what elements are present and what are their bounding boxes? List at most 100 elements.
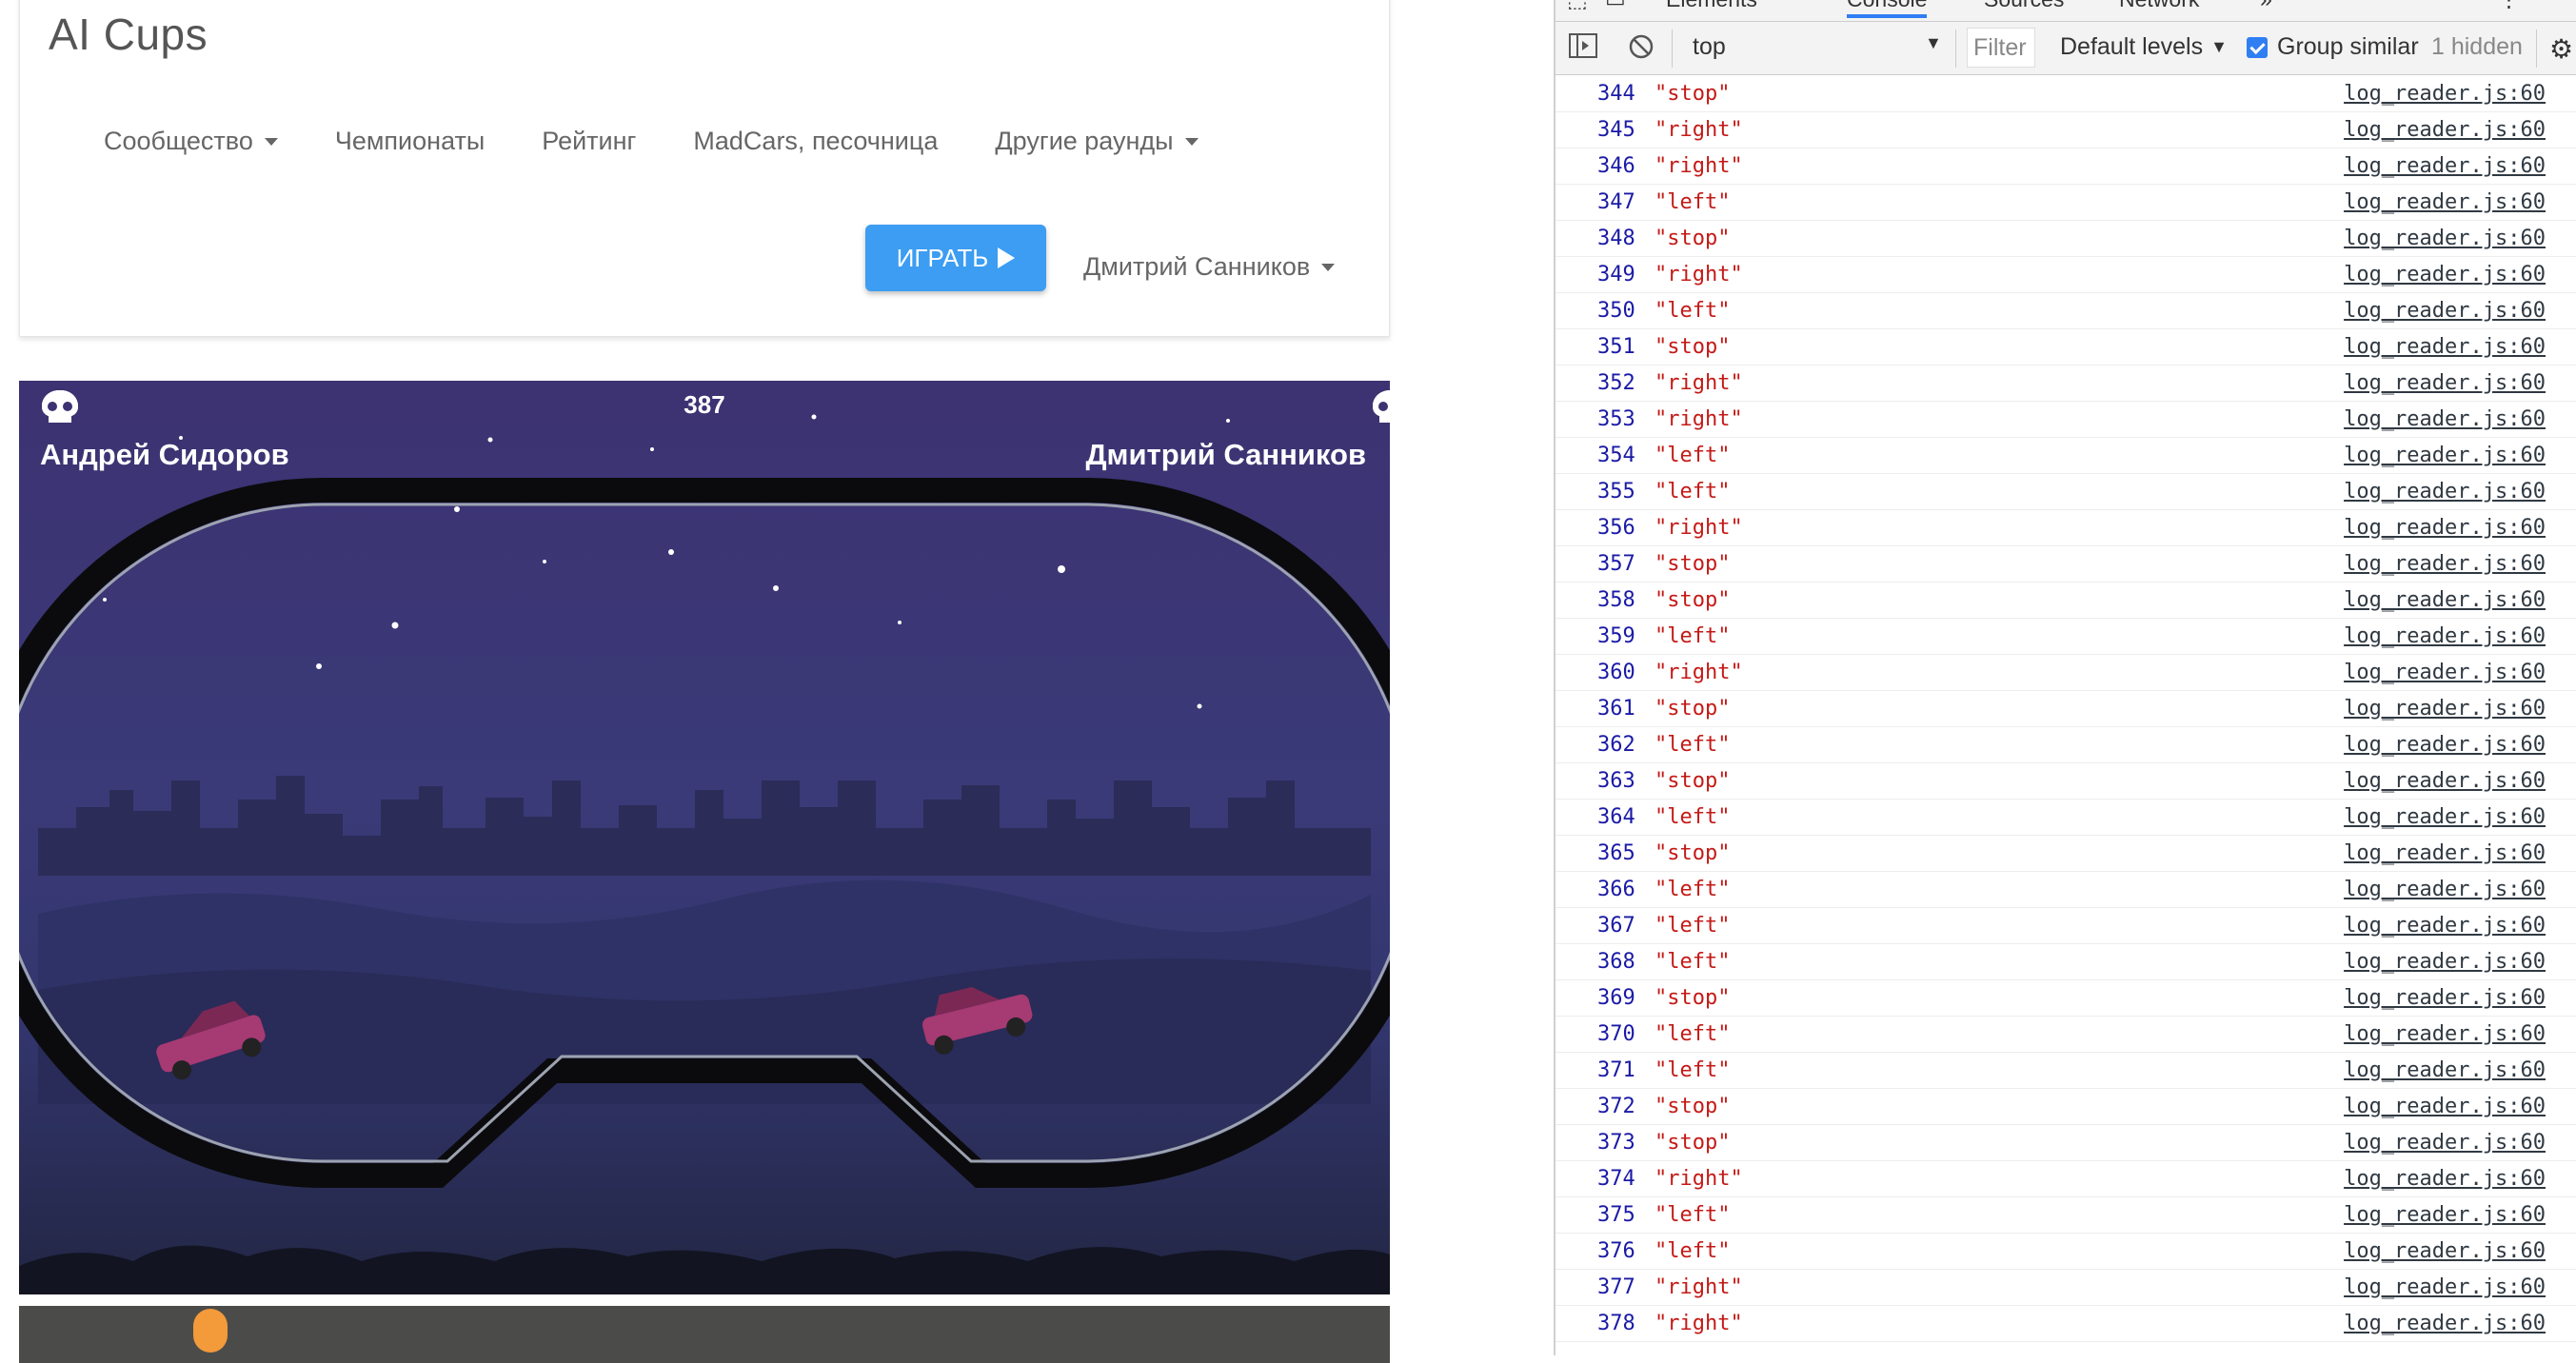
console-log-row: 359 "left" log_reader.js:60 <box>1556 619 2576 655</box>
log-levels-dropdown[interactable]: Default levels ▼ <box>2060 33 2228 61</box>
group-similar-toggle[interactable]: Group similar <box>2247 33 2419 61</box>
tab-sources[interactable]: Sources <box>1984 0 2064 12</box>
log-source-link[interactable]: log_reader.js:60 <box>2344 438 2546 473</box>
console-log-row: 377 "right" log_reader.js:60 <box>1556 1270 2576 1306</box>
console-log-row: 374 "right" log_reader.js:60 <box>1556 1161 2576 1197</box>
nav-rating[interactable]: Рейтинг <box>542 127 636 156</box>
toolbar-divider <box>1672 30 1673 68</box>
log-source-link[interactable]: log_reader.js:60 <box>2344 1053 2546 1088</box>
nav-other-rounds[interactable]: Другие раунды <box>995 127 1199 156</box>
more-tabs-button[interactable]: » <box>2260 0 2272 12</box>
device-toolbar-icon[interactable]: ▭ <box>1605 0 1626 12</box>
nav-community[interactable]: Сообщество <box>104 127 278 156</box>
log-source-link[interactable]: log_reader.js:60 <box>2344 691 2546 726</box>
log-source-link[interactable]: log_reader.js:60 <box>2344 1234 2546 1269</box>
log-source-link[interactable]: log_reader.js:60 <box>2344 185 2546 220</box>
log-source-link[interactable]: log_reader.js:60 <box>2344 1017 2546 1052</box>
user-menu[interactable]: Дмитрий Санников <box>1083 252 1336 282</box>
log-source-link[interactable]: log_reader.js:60 <box>2344 1306 2546 1341</box>
log-value: "stop" <box>1655 697 1731 721</box>
console-filter-input[interactable]: Filter <box>1967 28 2035 68</box>
checkbox-checked-icon <box>2247 36 2268 58</box>
main-nav: Сообщество Чемпионаты Рейтинг MadCars, п… <box>104 127 1199 156</box>
log-index: 347 <box>1597 190 1635 214</box>
log-source-link[interactable]: log_reader.js:60 <box>2344 329 2546 365</box>
log-source-link[interactable]: log_reader.js:60 <box>2344 293 2546 328</box>
log-index: 358 <box>1597 588 1635 612</box>
context-label: top <box>1693 33 1726 60</box>
console-log-row: 370 "left" log_reader.js:60 <box>1556 1017 2576 1053</box>
log-source-link[interactable]: log_reader.js:60 <box>2344 583 2546 618</box>
tab-network[interactable]: Network <box>2119 0 2199 12</box>
caret-down-icon <box>1184 137 1199 146</box>
log-source-link[interactable]: log_reader.js:60 <box>2344 76 2546 111</box>
log-source-link[interactable]: log_reader.js:60 <box>2344 980 2546 1016</box>
log-source-link[interactable]: log_reader.js:60 <box>2344 619 2546 654</box>
log-index: 361 <box>1597 697 1635 721</box>
log-source-link[interactable]: log_reader.js:60 <box>2344 221 2546 256</box>
sidebar-toggle-icon[interactable] <box>1569 33 1597 58</box>
log-source-link[interactable]: log_reader.js:60 <box>2344 763 2546 799</box>
log-value: "left" <box>1655 1022 1731 1046</box>
console-log-row: 373 "stop" log_reader.js:60 <box>1556 1125 2576 1161</box>
log-source-link[interactable]: log_reader.js:60 <box>2344 546 2546 582</box>
log-source-link[interactable]: log_reader.js:60 <box>2344 1089 2546 1124</box>
log-index: 345 <box>1597 118 1635 142</box>
log-value: "right" <box>1655 371 1743 395</box>
nav-championships[interactable]: Чемпионаты <box>335 127 485 156</box>
game-canvas[interactable]: 387 Андрей Сидоров Дмитрий Санников <box>19 381 1390 1294</box>
log-source-link[interactable]: log_reader.js:60 <box>2344 257 2546 292</box>
clear-console-icon[interactable] <box>1628 33 1655 60</box>
log-index: 359 <box>1597 624 1635 648</box>
log-index: 367 <box>1597 914 1635 938</box>
log-source-link[interactable]: log_reader.js:60 <box>2344 402 2546 437</box>
log-source-link[interactable]: log_reader.js:60 <box>2344 1270 2546 1305</box>
inspect-icon[interactable]: ⬚ <box>1567 0 1588 12</box>
settings-gear-icon[interactable]: ⚙ <box>2549 33 2573 65</box>
levels-dropdown-icon: ▼ <box>2210 37 2228 56</box>
log-source-link[interactable]: log_reader.js:60 <box>2344 1161 2546 1196</box>
log-source-link[interactable]: log_reader.js:60 <box>2344 655 2546 690</box>
log-source-link[interactable]: log_reader.js:60 <box>2344 836 2546 871</box>
log-index: 377 <box>1597 1275 1635 1299</box>
nav-sandbox[interactable]: MadCars, песочница <box>693 127 938 156</box>
replay-timeline[interactable] <box>19 1306 1390 1363</box>
right-player-name: Дмитрий Санников <box>1085 438 1366 471</box>
site-title[interactable]: AI Cups <box>49 9 208 60</box>
play-button[interactable]: ИГРАТЬ <box>865 225 1046 291</box>
log-source-link[interactable]: log_reader.js:60 <box>2344 112 2546 148</box>
log-source-link[interactable]: log_reader.js:60 <box>2344 474 2546 509</box>
log-value: "right" <box>1655 1275 1743 1299</box>
devtools-panel: ⬚ ▭ Elements Console Sources Network » ⋮… <box>1554 0 2576 1355</box>
log-source-link[interactable]: log_reader.js:60 <box>2344 1197 2546 1233</box>
tab-console[interactable]: Console <box>1847 0 1928 18</box>
timeline-handle[interactable] <box>193 1309 228 1353</box>
console-log-row: 357 "stop" log_reader.js:60 <box>1556 546 2576 583</box>
log-value: "right" <box>1655 154 1743 178</box>
console-log-row: 366 "left" log_reader.js:60 <box>1556 872 2576 908</box>
console-log-row: 351 "stop" log_reader.js:60 <box>1556 329 2576 365</box>
log-value: "right" <box>1655 263 1743 286</box>
log-source-link[interactable]: log_reader.js:60 <box>2344 944 2546 979</box>
log-source-link[interactable]: log_reader.js:60 <box>2344 510 2546 545</box>
log-source-link[interactable]: log_reader.js:60 <box>2344 872 2546 907</box>
log-source-link[interactable]: log_reader.js:60 <box>2344 148 2546 184</box>
log-value: "left" <box>1655 1203 1731 1227</box>
log-index: 365 <box>1597 841 1635 865</box>
log-value: "stop" <box>1655 1131 1731 1155</box>
more-options-icon[interactable]: ⋮ <box>2498 0 2520 12</box>
log-source-link[interactable]: log_reader.js:60 <box>2344 365 2546 401</box>
log-index: 378 <box>1597 1312 1635 1335</box>
context-selector[interactable]: top <box>1693 33 1726 61</box>
log-value: "stop" <box>1655 552 1731 576</box>
context-dropdown-icon[interactable]: ▼ <box>1925 33 1942 53</box>
log-source-link[interactable]: log_reader.js:60 <box>2344 800 2546 835</box>
log-value: "stop" <box>1655 227 1731 250</box>
tab-elements[interactable]: Elements <box>1666 0 1757 12</box>
console-log-row: 367 "left" log_reader.js:60 <box>1556 908 2576 944</box>
log-source-link[interactable]: log_reader.js:60 <box>2344 1125 2546 1160</box>
log-source-link[interactable]: log_reader.js:60 <box>2344 908 2546 943</box>
log-value: "stop" <box>1655 335 1731 359</box>
log-value: "right" <box>1655 407 1743 431</box>
log-source-link[interactable]: log_reader.js:60 <box>2344 727 2546 762</box>
